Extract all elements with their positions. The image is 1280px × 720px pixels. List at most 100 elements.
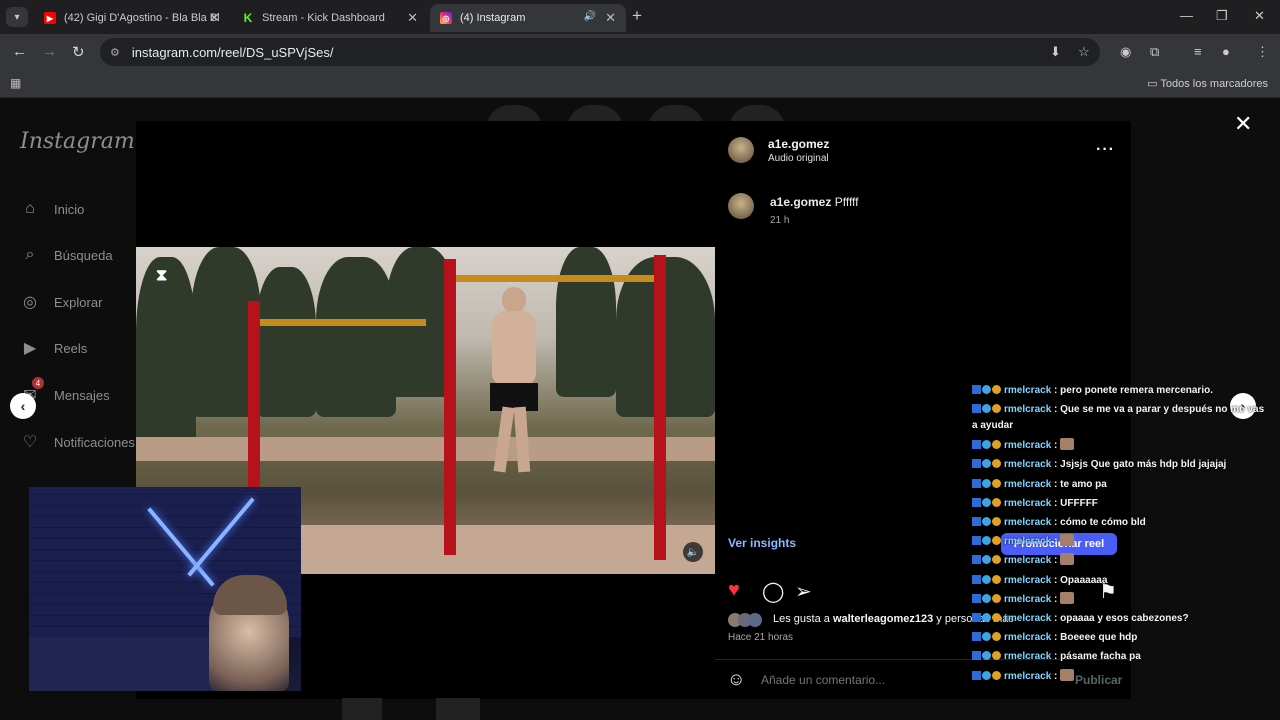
chat-message: rmelcrack : Jsjsjs Que gato más hdp bld … xyxy=(972,455,1272,474)
share-icon[interactable]: ➢ xyxy=(795,579,812,604)
chat-username[interactable]: rmelcrack xyxy=(1004,575,1051,586)
apps-grid-icon[interactable]: ▦ xyxy=(10,76,21,90)
mute-button[interactable]: 🔈 xyxy=(683,542,703,562)
profile-avatar[interactable]: ● xyxy=(1222,44,1230,59)
badge-icon xyxy=(992,404,1001,414)
incognito-icon[interactable]: ◉ xyxy=(1120,44,1131,60)
window-thumbnail[interactable] xyxy=(342,698,382,720)
tab-strip: ▾ ▶ (42) Gigi D'Agostino - Bla Bla Bl ✕ … xyxy=(0,0,1280,34)
chat-message: rmelcrack : te amo pa xyxy=(972,475,1272,494)
chat-message: rmelcrack : xyxy=(972,551,1272,570)
chat-emote-icon xyxy=(1060,553,1075,566)
chat-username[interactable]: rmelcrack xyxy=(1004,498,1051,509)
chat-username[interactable]: rmelcrack xyxy=(1004,404,1051,415)
comment-icon[interactable]: ◯ xyxy=(762,579,784,604)
previous-post-icon[interactable]: ‹ xyxy=(10,393,36,419)
media-control-icon[interactable]: ≡ xyxy=(1194,44,1202,59)
minimize-icon[interactable]: — xyxy=(1180,8,1193,23)
tab-search-button[interactable]: ▾ xyxy=(6,7,28,27)
like-heart-icon[interactable]: ♥ xyxy=(728,579,740,602)
nav-item-search[interactable]: ⌕ Búsqueda xyxy=(20,245,113,265)
window-thumbnail[interactable] xyxy=(436,698,480,720)
author-avatar[interactable] xyxy=(728,137,754,163)
nav-item-home[interactable]: ⌂ Inicio xyxy=(20,199,84,219)
chat-username[interactable]: rmelcrack xyxy=(1004,459,1051,470)
author-username[interactable]: a1e.gomez xyxy=(768,137,829,151)
close-tab-icon[interactable]: ✕ xyxy=(407,10,418,26)
chat-message: rmelcrack : xyxy=(972,532,1272,551)
site-info-icon[interactable]: ⚙ xyxy=(110,46,120,59)
likes-user[interactable]: walterleagomez123 xyxy=(833,613,933,625)
chat-username[interactable]: rmelcrack xyxy=(1004,671,1051,682)
tab-kick[interactable]: K Stream - Kick Dashboard ✕ xyxy=(232,4,428,32)
view-insights-link[interactable]: Ver insights xyxy=(728,536,796,550)
chat-message: rmelcrack : Que se me va a parar y despu… xyxy=(972,404,1265,432)
instagram-logo[interactable]: Instagram xyxy=(20,129,135,154)
reload-icon[interactable]: ↻ xyxy=(72,43,85,61)
badge-icon xyxy=(982,497,991,507)
close-tab-icon[interactable]: ✕ xyxy=(209,10,220,26)
chat-message: rmelcrack : xyxy=(972,436,1272,455)
browser-menu-icon[interactable]: ⋮ xyxy=(1256,44,1269,60)
bookmark-star-icon[interactable]: ☆ xyxy=(1078,44,1090,60)
compass-icon: ◎ xyxy=(23,294,37,311)
badge-icon xyxy=(982,632,991,642)
chat-username[interactable]: rmelcrack xyxy=(1004,536,1051,547)
close-modal-icon[interactable]: ✕ xyxy=(1234,111,1252,137)
badge-icon xyxy=(982,440,991,450)
badge-icon xyxy=(972,536,981,546)
caption-username[interactable]: a1e.gomez xyxy=(770,195,831,209)
extensions-icon[interactable]: ⧉ xyxy=(1150,44,1159,60)
badge-icon xyxy=(972,385,981,394)
chat-text: Opaaaaaa xyxy=(1060,574,1108,586)
chat-username[interactable]: rmelcrack xyxy=(1004,385,1051,396)
chat-message: rmelcrack : pero ponete remera mercenari… xyxy=(972,381,1272,400)
badge-icon xyxy=(992,651,1001,661)
caption-text: Pfffff xyxy=(834,195,859,209)
all-bookmarks-folder[interactable]: ▭ Todos los marcadores xyxy=(1147,77,1268,90)
more-options-icon[interactable]: ··· xyxy=(1096,141,1115,159)
liker-avatars[interactable] xyxy=(728,613,762,632)
nav-item-reels[interactable]: ▶ Reels xyxy=(20,338,87,358)
chat-username[interactable]: rmelcrack xyxy=(1004,440,1051,451)
nav-item-explore[interactable]: ◎ Explorar xyxy=(20,292,102,312)
emoji-icon[interactable]: ☺ xyxy=(727,669,745,690)
close-tab-icon[interactable]: ✕ xyxy=(605,10,616,26)
caption: a1e.gomez Pfffff xyxy=(770,195,859,209)
badge-icon xyxy=(982,670,991,680)
new-tab-button[interactable]: + xyxy=(632,6,642,26)
badge-icon xyxy=(992,593,1001,603)
chat-username[interactable]: rmelcrack xyxy=(1004,651,1051,662)
caption-avatar[interactable] xyxy=(728,193,754,219)
chat-username[interactable]: rmelcrack xyxy=(1004,594,1051,605)
badge-icon xyxy=(982,517,991,527)
chat-emote-icon xyxy=(1060,534,1075,547)
audio-label[interactable]: Audio original xyxy=(768,153,829,164)
badge-icon xyxy=(972,670,981,680)
chat-username[interactable]: rmelcrack xyxy=(1004,517,1051,528)
chat-username[interactable]: rmelcrack xyxy=(1004,613,1051,624)
close-window-icon[interactable]: ✕ xyxy=(1254,8,1265,24)
tab-youtube[interactable]: ▶ (42) Gigi D'Agostino - Bla Bla Bl ✕ xyxy=(34,4,230,32)
kick-icon: K xyxy=(243,11,253,25)
chat-username[interactable]: rmelcrack xyxy=(1004,632,1051,643)
address-bar[interactable]: ⚙ instagram.com/reel/DS_uSPVjSes/ xyxy=(100,38,1100,66)
badge-icon xyxy=(972,651,981,661)
forward-icon[interactable]: → xyxy=(42,43,57,60)
badge-icon xyxy=(972,404,981,414)
chat-message: rmelcrack : xyxy=(972,667,1272,686)
maximize-icon[interactable]: ❐ xyxy=(1216,8,1228,24)
tab-instagram[interactable]: ◎ (4) Instagram 🔊 ✕ xyxy=(430,4,626,32)
badge-icon xyxy=(982,593,991,603)
bookmarks-bar: ▦ ▭ Todos los marcadores xyxy=(0,70,1280,98)
back-icon[interactable]: ← xyxy=(12,43,27,60)
chat-username[interactable]: rmelcrack xyxy=(1004,479,1051,490)
badge-icon xyxy=(982,651,991,661)
audio-playing-icon[interactable]: 🔊 xyxy=(584,11,596,22)
badge-icon xyxy=(992,459,1001,469)
badge-icon xyxy=(992,632,1001,642)
install-app-icon[interactable]: ⬇ xyxy=(1050,44,1061,60)
chat-username[interactable]: rmelcrack xyxy=(1004,555,1051,566)
nav-item-notifications[interactable]: ♡ Notificaciones xyxy=(20,432,135,452)
badge-icon xyxy=(972,574,981,584)
